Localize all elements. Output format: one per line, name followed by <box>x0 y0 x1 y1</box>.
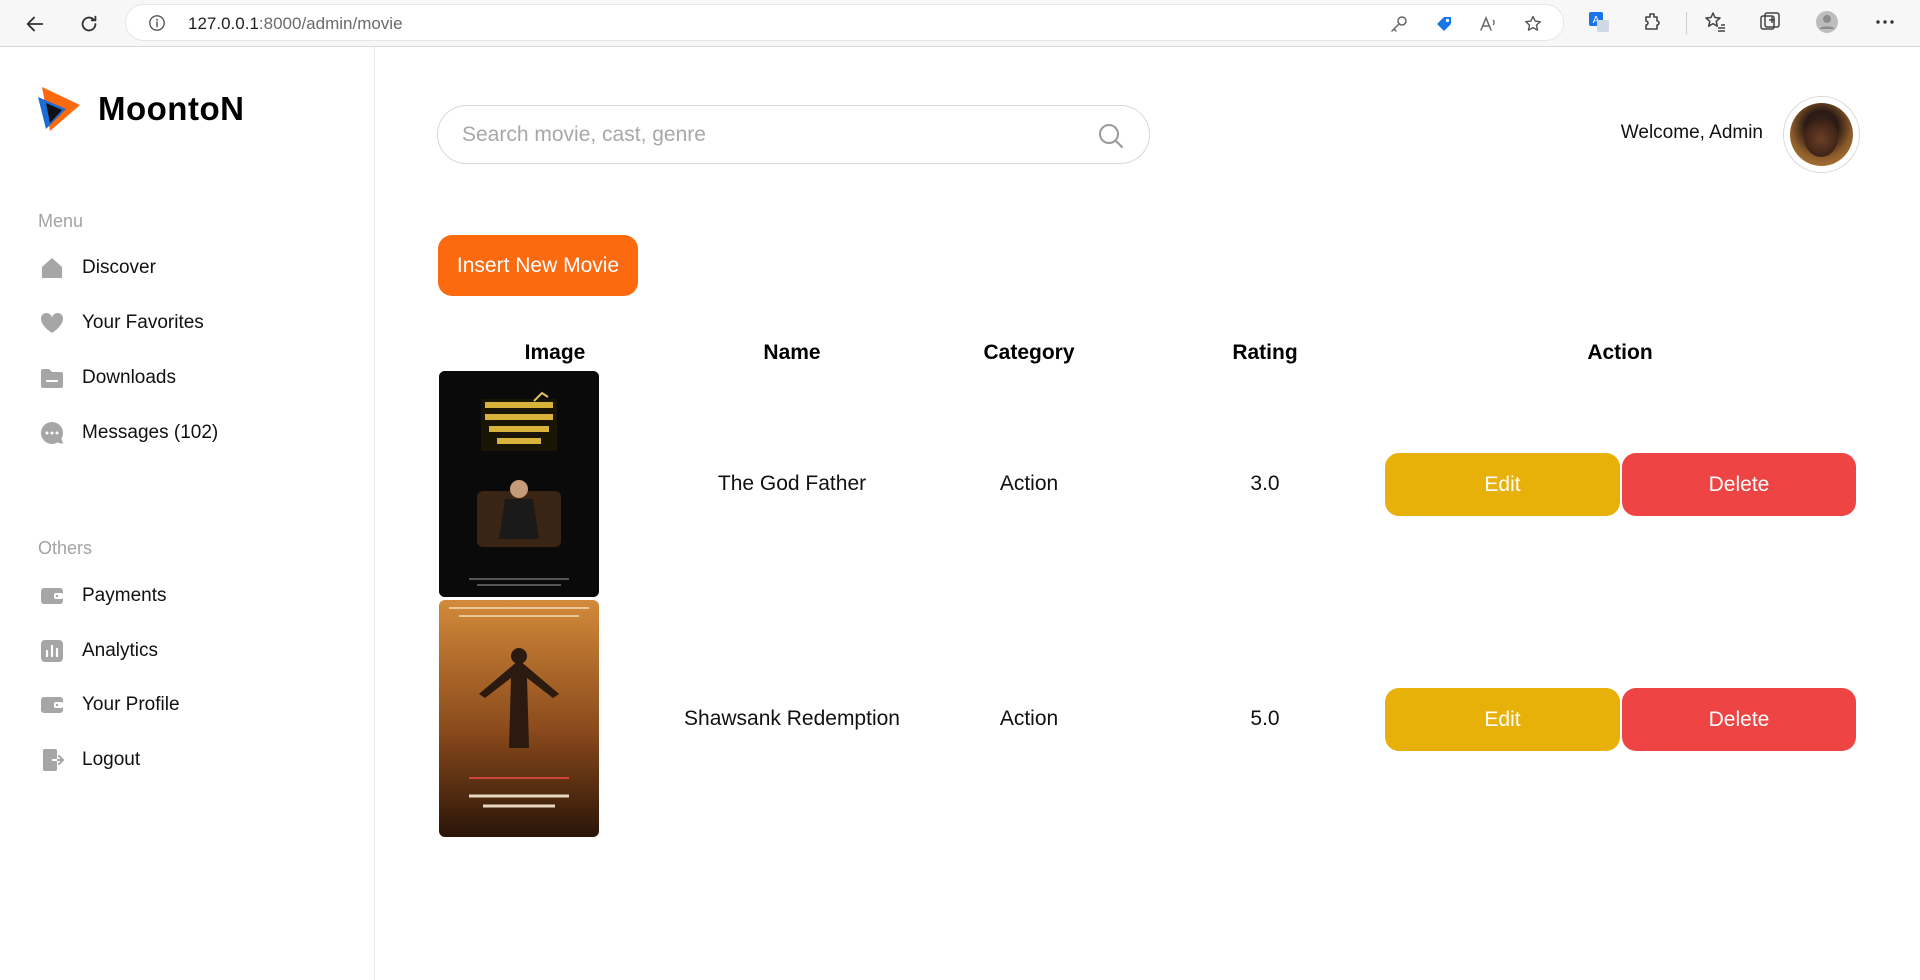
chat-icon <box>38 419 66 447</box>
more-options-icon[interactable] <box>1873 10 1897 34</box>
movie-name: Shawsank Redemption <box>684 707 900 730</box>
column-header-action: Action <box>1587 341 1653 364</box>
delete-button[interactable]: Delete <box>1622 453 1856 516</box>
column-header-image: Image <box>524 341 586 364</box>
sidebar-item-messages[interactable]: Messages (102) <box>38 417 218 449</box>
sidebar-item-profile[interactable]: Your Profile <box>38 689 180 721</box>
edit-button[interactable]: Edit <box>1385 688 1620 751</box>
poster-godfather-image <box>439 371 599 597</box>
site-info-icon[interactable] <box>148 14 166 32</box>
toolbar-divider <box>1686 12 1687 34</box>
moonton-logo-icon <box>38 87 80 131</box>
browser-toolbar: 127.0.0.1:8000/admin/movie A <box>0 0 1920 47</box>
add-favorite-icon[interactable] <box>1523 14 1543 34</box>
brand-name: MoontoN <box>98 90 245 127</box>
movie-poster-shawshank <box>439 600 599 837</box>
sidebar-item-downloads[interactable]: Downloads <box>38 362 176 394</box>
others-section-label: Others <box>38 538 93 558</box>
wallet-icon <box>38 582 66 610</box>
url-host: 127.0.0.1 <box>188 14 259 33</box>
heart-icon <box>38 309 66 337</box>
movie-category: Action <box>999 707 1059 730</box>
column-header-rating: Rating <box>1232 341 1298 364</box>
movie-name: The God Father <box>717 472 867 495</box>
reload-icon <box>81 15 97 32</box>
sidebar-item-label: Analytics <box>82 640 159 661</box>
movie-poster-godfather <box>439 371 599 597</box>
sidebar-item-favorites[interactable]: Your Favorites <box>38 307 204 339</box>
movie-category: Action <box>999 472 1059 495</box>
address-bar[interactable]: 127.0.0.1:8000/admin/movie <box>125 4 1564 41</box>
extensions-icon[interactable] <box>1641 10 1665 34</box>
welcome-text: Welcome, Admin <box>1620 122 1763 143</box>
sidebar-item-label: Your Favorites <box>82 312 204 333</box>
translate-icon[interactable]: A <box>1587 10 1611 34</box>
avatar[interactable] <box>1783 96 1860 173</box>
key-icon[interactable] <box>1389 14 1409 34</box>
sidebar-item-discover[interactable]: Discover <box>38 252 156 284</box>
profile-card-icon <box>38 691 66 719</box>
movie-rating: 3.0 <box>1250 472 1280 495</box>
reload-button[interactable] <box>72 7 106 41</box>
url-text[interactable]: 127.0.0.1:8000/admin/movie <box>188 14 403 34</box>
chart-icon <box>38 637 66 665</box>
edit-button[interactable]: Edit <box>1385 453 1620 516</box>
brand-logo[interactable]: MoontoN <box>36 83 244 135</box>
collections-icon[interactable] <box>1758 10 1782 34</box>
sidebar-item-label: Discover <box>82 257 156 278</box>
search-input[interactable] <box>462 120 1062 150</box>
sidebar-item-label: Downloads <box>82 367 176 388</box>
search-box <box>437 105 1150 164</box>
search-icon[interactable] <box>1097 122 1125 150</box>
url-path: :8000/admin/movie <box>258 14 403 33</box>
home-icon <box>38 254 66 282</box>
insert-new-movie-button[interactable]: Insert New Movie <box>438 235 638 296</box>
sidebar-item-label: Messages (102) <box>82 422 219 443</box>
favorites-icon[interactable] <box>1703 10 1727 34</box>
logout-icon <box>38 746 66 774</box>
column-header-category: Category <box>983 341 1075 364</box>
sidebar-item-payments[interactable]: Payments <box>38 580 166 612</box>
menu-section-label: Menu <box>38 211 84 231</box>
profile-icon[interactable] <box>1815 10 1839 34</box>
back-arrow-icon <box>26 16 44 32</box>
delete-button[interactable]: Delete <box>1622 688 1856 751</box>
sidebar: MoontoN Menu Discover Your Favorites Dow… <box>0 47 375 980</box>
column-header-name: Name <box>763 341 821 364</box>
avatar-image <box>1790 103 1853 166</box>
movie-rating: 5.0 <box>1250 707 1280 730</box>
sidebar-item-label: Logout <box>82 749 141 770</box>
sidebar-item-logout[interactable]: Logout <box>38 744 140 776</box>
back-button[interactable] <box>18 7 52 41</box>
read-aloud-icon[interactable] <box>1478 14 1498 34</box>
sidebar-item-label: Your Profile <box>82 694 180 715</box>
poster-shawshank-image <box>439 600 599 837</box>
tag-icon[interactable] <box>1434 14 1454 34</box>
sidebar-item-analytics[interactable]: Analytics <box>38 635 158 667</box>
sidebar-item-label: Payments <box>82 585 167 606</box>
folder-icon <box>38 364 66 392</box>
